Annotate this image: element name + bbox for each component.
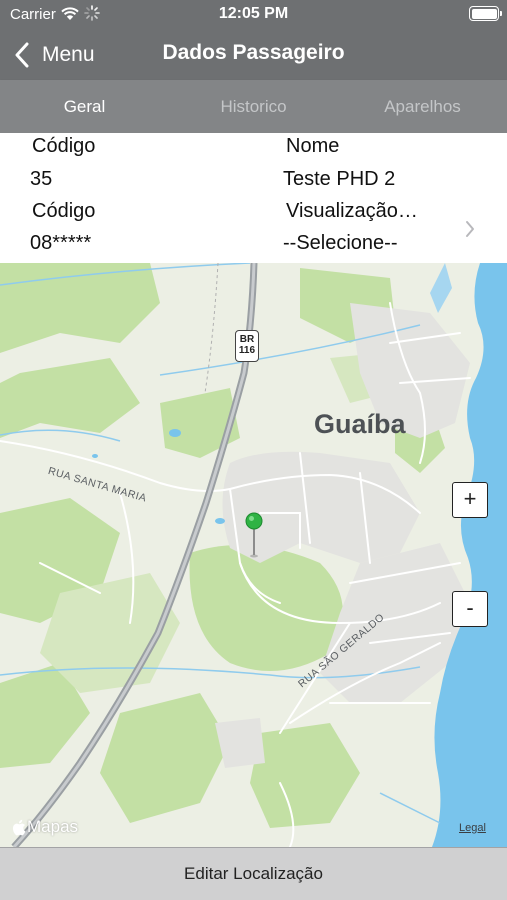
shield-line2: 116: [238, 345, 256, 356]
map-view[interactable]: Guaíba RUA SANTA MARIA RUA SÃO GERALDO B…: [0, 263, 507, 847]
edit-location-button[interactable]: Editar Localização: [0, 847, 507, 900]
back-button[interactable]: Menu: [14, 36, 95, 74]
battery-icon: [469, 6, 502, 21]
codigo2-value: 08*****: [30, 232, 92, 254]
maps-attribution: Mapas: [12, 817, 78, 837]
codigo-label: Código: [32, 135, 96, 157]
shield-line1: BR: [239, 334, 255, 345]
status-time: 12:05 PM: [218, 5, 289, 22]
status-bar: Carrier 12:05 PM: [0, 0, 507, 30]
attribution-text: Mapas: [27, 817, 79, 836]
back-button-label: Menu: [42, 43, 95, 66]
codigo2-label: Código: [32, 200, 96, 222]
apple-logo-icon: [12, 819, 26, 835]
passenger-info: Código Nome 35 Teste PHD 2 Código Visual…: [0, 133, 507, 263]
chevron-left-icon: [15, 42, 29, 68]
map-pin-icon[interactable]: [245, 512, 263, 558]
tab-geral[interactable]: Geral: [0, 80, 169, 133]
highway-shield: BR 116: [235, 330, 259, 362]
tab-bar: Geral Historico Aparelhos: [0, 80, 507, 133]
visualizacao-select[interactable]: --Selecione--: [283, 232, 397, 255]
nome-label: Nome: [286, 135, 340, 157]
tab-historico[interactable]: Historico: [169, 80, 338, 133]
navigation-bar: Menu Dados Passageiro: [0, 30, 507, 80]
tab-aparelhos[interactable]: Aparelhos: [338, 80, 507, 133]
zoom-out-button[interactable]: -: [452, 591, 488, 627]
chevron-right-icon[interactable]: [465, 220, 475, 238]
legal-link[interactable]: Legal: [459, 822, 486, 834]
codigo-value: 35: [30, 168, 53, 190]
zoom-in-button[interactable]: +: [452, 482, 488, 518]
nome-value: Teste PHD 2: [283, 168, 396, 190]
visualizacao-label: Visualização…: [286, 200, 418, 222]
city-label: Guaíba: [314, 409, 406, 439]
